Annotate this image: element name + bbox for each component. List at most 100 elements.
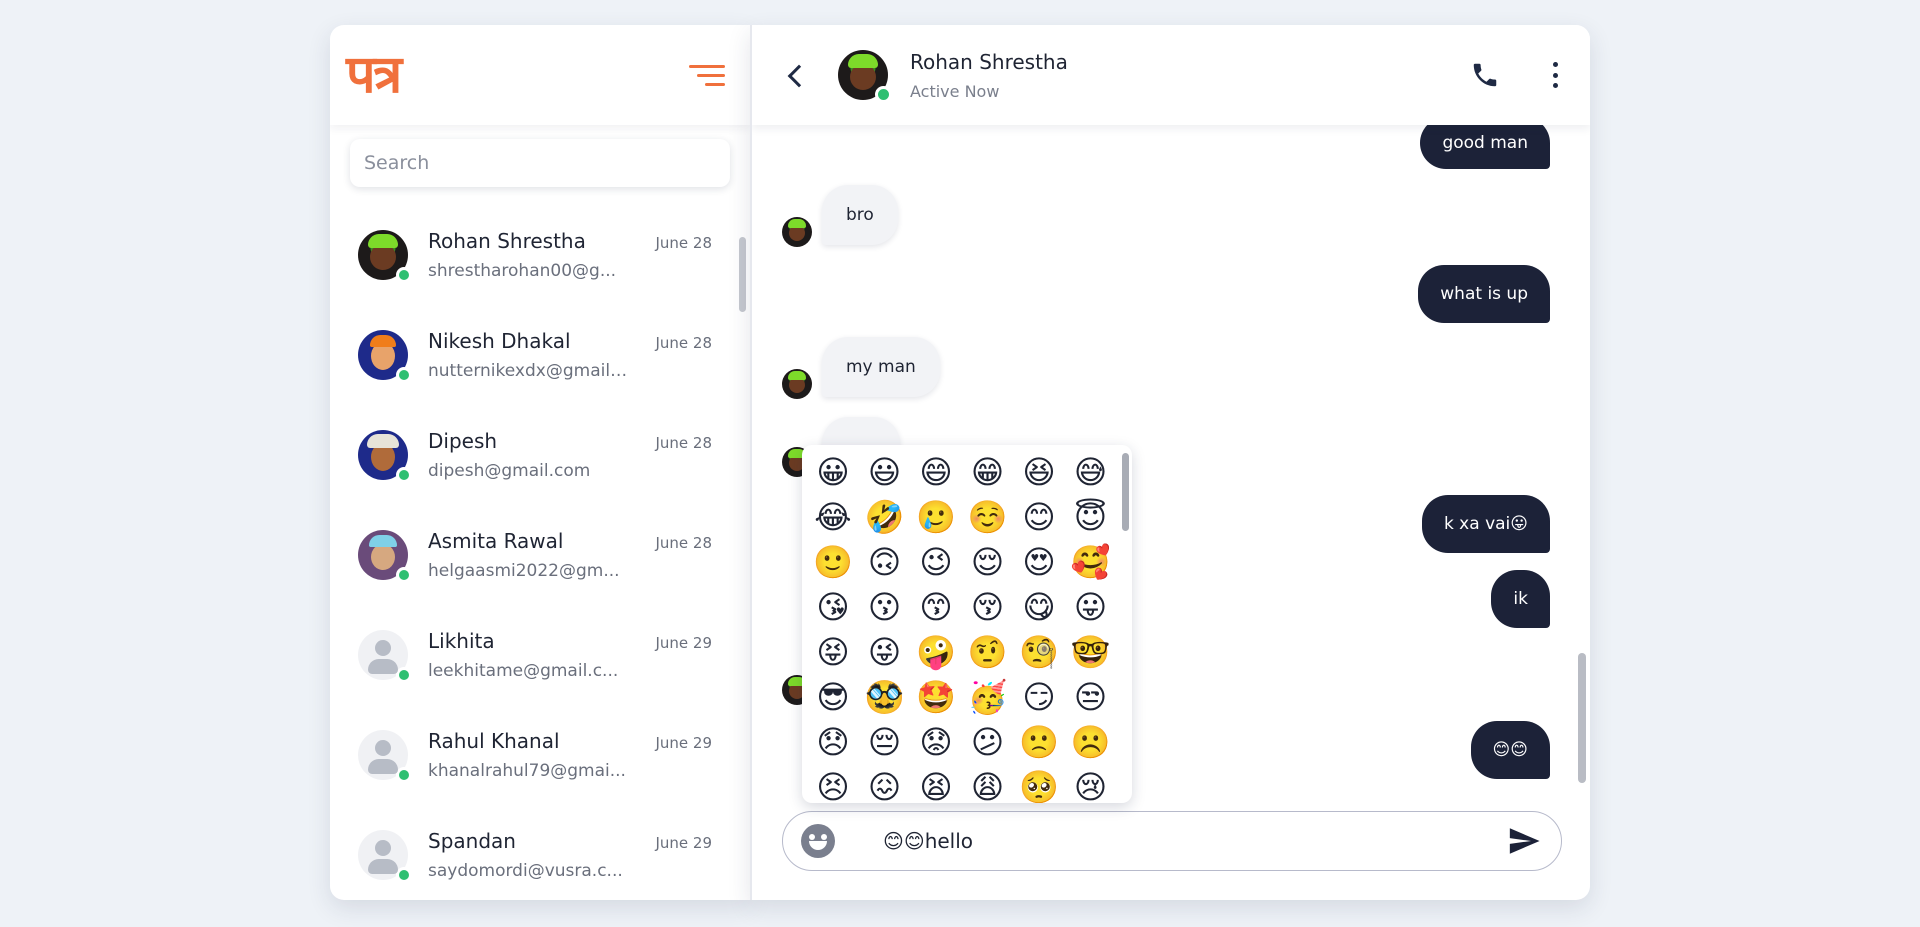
contact-name: Dipesh xyxy=(428,429,498,453)
contact-date: June 29 xyxy=(655,634,712,652)
contact-name: Spandan xyxy=(428,829,516,853)
chat-scrollbar[interactable] xyxy=(1578,653,1586,783)
emoji-option[interactable]: 😉 xyxy=(915,541,957,583)
emoji-option[interactable]: 😍 xyxy=(1018,541,1060,583)
avatar xyxy=(782,217,812,247)
contact-email: helgaasmi2022@gm... xyxy=(428,561,620,581)
kebab-icon[interactable] xyxy=(1550,62,1560,88)
contact-name: Asmita Rawal xyxy=(428,529,564,553)
message-outgoing: ik xyxy=(1491,570,1550,628)
emoji-option[interactable]: 😏 xyxy=(1018,676,1060,718)
chat-header: Rohan Shrestha Active Now xyxy=(752,25,1590,125)
emoji-option[interactable]: 🤣 xyxy=(864,496,906,538)
emoji-option[interactable]: 😁 xyxy=(967,451,1009,493)
sidebar-scrollbar[interactable] xyxy=(739,237,746,312)
emoji-option[interactable]: 🥰 xyxy=(1070,541,1112,583)
emoji-option[interactable]: 🙂 xyxy=(812,541,854,583)
emoji-option[interactable]: 😂 xyxy=(812,496,854,538)
contact-date: June 28 xyxy=(655,434,712,452)
contact-date: June 28 xyxy=(655,234,712,252)
contact-email: dipesh@gmail.com xyxy=(428,461,591,481)
emoji-option[interactable]: 😜 xyxy=(864,631,906,673)
phone-icon[interactable] xyxy=(1470,60,1500,90)
emoji-option[interactable]: 😢 xyxy=(1070,766,1112,803)
emoji-option[interactable]: 🤨 xyxy=(967,631,1009,673)
app-logo[interactable]: पत्र xyxy=(346,49,402,101)
message-incoming: bro xyxy=(822,185,898,245)
emoji-option[interactable]: 🧐 xyxy=(1018,631,1060,673)
contact-name: Rohan Shrestha xyxy=(428,229,586,253)
emoji-option[interactable]: 🤩 xyxy=(915,676,957,718)
contact-date: June 29 xyxy=(655,734,712,752)
emoji-option[interactable]: 😌 xyxy=(967,541,1009,583)
message-outgoing: 😊😊 xyxy=(1470,721,1550,779)
send-icon[interactable] xyxy=(1507,824,1541,858)
emoji-option[interactable]: 🥺 xyxy=(1018,766,1060,803)
emoji-option[interactable]: 😇 xyxy=(1070,496,1112,538)
emoji-option[interactable]: 😕 xyxy=(967,721,1009,763)
emoji-option[interactable]: 😗 xyxy=(864,586,906,628)
emoji-option[interactable]: 🥸 xyxy=(864,676,906,718)
contact-name: Rahul Khanal xyxy=(428,729,560,753)
contact-item[interactable]: Likhita June 29 leekhitame@gmail.c... xyxy=(330,605,750,705)
contact-item[interactable]: Nikesh Dhakal June 28 nutternikexdx@gmai… xyxy=(330,305,750,405)
emoji-option[interactable]: 😎 xyxy=(812,676,854,718)
search-wrap xyxy=(330,125,750,197)
emoji-option[interactable]: 😫 xyxy=(915,766,957,803)
emoji-option[interactable]: 😔 xyxy=(864,721,906,763)
online-indicator xyxy=(396,667,412,683)
emoji-option[interactable]: 😊 xyxy=(1018,496,1060,538)
emoji-option[interactable]: 🙃 xyxy=(864,541,906,583)
contact-date: June 29 xyxy=(655,834,712,852)
contact-item[interactable]: Spandan June 29 saydomordi@vusra.c... xyxy=(330,805,750,897)
emoji-option[interactable]: 🥲 xyxy=(915,496,957,538)
emoji-option[interactable]: 😚 xyxy=(967,586,1009,628)
online-indicator xyxy=(396,567,412,583)
contact-item[interactable]: Rohan Shrestha June 28 shrestharohan00@g… xyxy=(330,205,750,305)
search-input[interactable] xyxy=(350,139,730,187)
avatar xyxy=(358,330,412,383)
avatar xyxy=(358,630,412,683)
emoji-option[interactable]: 😟 xyxy=(915,721,957,763)
emoji-option[interactable]: 😋 xyxy=(1018,586,1060,628)
avatar xyxy=(358,430,412,483)
chat-status: Active Now xyxy=(910,81,1000,101)
emoji-option[interactable]: 🥳 xyxy=(967,676,1009,718)
emoji-picker-scrollbar[interactable] xyxy=(1122,453,1129,531)
emoji-option[interactable]: 😝 xyxy=(812,631,854,673)
emoji-option[interactable]: 😃 xyxy=(864,451,906,493)
hamburger-icon[interactable] xyxy=(689,61,725,89)
contact-name: Likhita xyxy=(428,629,495,653)
emoji-option[interactable]: ☹️ xyxy=(1070,721,1112,763)
chat-contact-name: Rohan Shrestha xyxy=(910,49,1068,74)
emoji-option[interactable]: 😘 xyxy=(812,586,854,628)
emoji-option[interactable]: 🙁 xyxy=(1018,721,1060,763)
emoji-option[interactable]: 😙 xyxy=(915,586,957,628)
emoji-option[interactable]: 😩 xyxy=(967,766,1009,803)
message-composer xyxy=(782,811,1562,871)
contact-item[interactable]: Rahul Khanal June 29 khanalrahul79@gmai.… xyxy=(330,705,750,805)
online-indicator xyxy=(396,767,412,783)
smiley-icon[interactable] xyxy=(801,824,835,858)
emoji-option[interactable]: 😛 xyxy=(1070,586,1112,628)
emoji-option[interactable]: 😀 xyxy=(812,451,854,493)
emoji-option[interactable]: 😄 xyxy=(915,451,957,493)
emoji-option[interactable]: 😅 xyxy=(1070,451,1112,493)
message-outgoing: k xa vai😛 xyxy=(1421,495,1550,553)
contact-item[interactable]: Asmita Rawal June 28 helgaasmi2022@gm... xyxy=(330,505,750,605)
avatar xyxy=(358,530,412,583)
contact-date: June 28 xyxy=(655,534,712,552)
emoji-option[interactable]: 😆 xyxy=(1018,451,1060,493)
emoji-option[interactable]: 🤪 xyxy=(915,631,957,673)
contact-item[interactable]: Dipesh June 28 dipesh@gmail.com xyxy=(330,405,750,505)
emoji-option[interactable]: ☺️ xyxy=(967,496,1009,538)
message-input[interactable] xyxy=(883,829,1507,853)
sidebar-header: पत्र xyxy=(330,25,750,125)
emoji-option[interactable]: 😣 xyxy=(812,766,854,803)
emoji-option[interactable]: 😖 xyxy=(864,766,906,803)
emoji-option[interactable]: 😞 xyxy=(812,721,854,763)
emoji-option[interactable]: 😒 xyxy=(1070,676,1112,718)
emoji-option[interactable]: 🤓 xyxy=(1070,631,1112,673)
chevron-left-icon[interactable] xyxy=(782,60,812,90)
contact-email: saydomordi@vusra.c... xyxy=(428,861,623,881)
